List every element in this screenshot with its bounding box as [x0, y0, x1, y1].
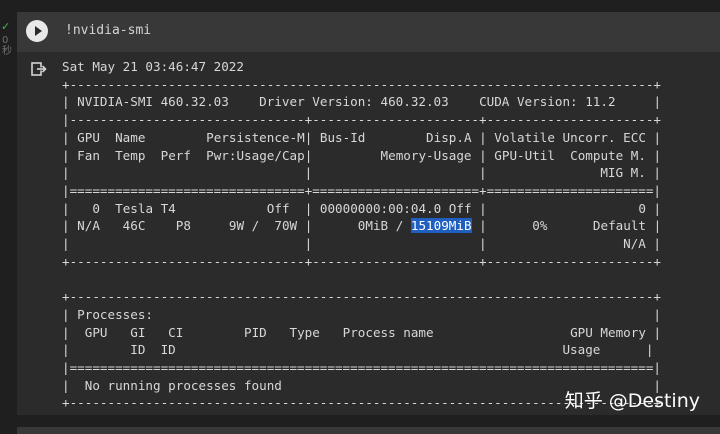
gpu-mem-total-selected[interactable]: 15109MiB: [410, 218, 472, 234]
proc-col-gi: GI: [130, 324, 146, 340]
col-mig-m: MIG M.: [600, 165, 646, 181]
col-temp: Temp: [115, 147, 146, 163]
proc-col-type: Type: [289, 324, 320, 340]
run-cell-button[interactable]: [26, 20, 48, 42]
col-fan: Fan: [77, 147, 100, 163]
col-bus-id: Bus-Id: [319, 129, 366, 145]
driver-version: 460.32.03: [380, 94, 449, 110]
cell-output: Sat May 21 03:46:47 2022 +--------------…: [62, 59, 662, 411]
col-disp: Disp.A: [426, 129, 472, 145]
col-name: Name: [115, 129, 146, 145]
play-icon: [35, 26, 42, 36]
col-perf: Perf: [160, 147, 191, 163]
smi-version: 460.32.03: [160, 94, 229, 110]
gpu-index: 0: [92, 200, 100, 216]
code-cell[interactable]: !nvidia-smi Sat May 21 03:46:47 2022 +--…: [17, 12, 720, 415]
gpu-ecc: 0: [638, 200, 646, 216]
proc-col-ci: CI: [168, 324, 184, 340]
proc-col-name: Process name: [342, 324, 434, 340]
gpu-compute-mode: Default: [592, 218, 646, 234]
proc-col-gi-id: ID: [130, 342, 146, 358]
gpu-bus-id: 00000000:00:04.0: [319, 200, 442, 216]
gpu-pwr-cap: 70W: [274, 218, 298, 234]
watermark: 知乎 @Destiny: [564, 390, 700, 412]
col-pwr: Pwr:Usage/Cap: [206, 147, 305, 163]
cell-gutter: ✓ 0 秒: [0, 0, 16, 434]
gpu-disp: Off: [448, 200, 472, 216]
col-compute-m: Compute M.: [570, 147, 646, 163]
proc-col-gpu: GPU: [84, 324, 108, 340]
next-cell-edge: [17, 427, 720, 434]
gpu-perf: P8: [175, 218, 191, 234]
gpu-temp: 46C: [122, 218, 146, 234]
gpu-persistence: Off: [266, 200, 290, 216]
success-check-icon: ✓: [1, 20, 11, 33]
col-gpu: GPU: [77, 129, 100, 145]
code-editor[interactable]: !nvidia-smi: [65, 23, 151, 38]
output-toggle-icon[interactable]: [31, 62, 47, 76]
proc-col-ci-id: ID: [160, 342, 176, 358]
proc-col-pid: PID: [244, 324, 267, 340]
output-datetime: Sat May 21 03:46:47 2022: [62, 59, 244, 74]
gpu-mem-used: 0MiB: [357, 218, 389, 234]
col-gpu-util: GPU-Util: [494, 147, 555, 163]
gpu-name: Tesla T4: [115, 200, 176, 216]
gpu-mig-mode: N/A: [623, 236, 646, 252]
cell-input-row[interactable]: !nvidia-smi: [17, 12, 720, 52]
gpu-util: 0%: [532, 218, 548, 234]
processes-title: Processes:: [77, 306, 153, 322]
proc-col-gpu-memory: GPU Memory: [570, 324, 646, 340]
col-persistence: Persistence-M: [206, 129, 305, 145]
col-ecc: Volatile Uncorr. ECC: [494, 129, 646, 145]
cuda-version: 11.2: [585, 94, 616, 110]
gpu-pwr-usage: 9W: [228, 218, 245, 234]
gpu-fan: N/A: [77, 218, 100, 234]
no-processes-message: No running processes found: [84, 377, 282, 393]
proc-col-usage: Usage: [562, 342, 601, 358]
execution-count: 0 秒: [2, 35, 12, 57]
col-memory-usage: Memory-Usage: [380, 147, 472, 163]
